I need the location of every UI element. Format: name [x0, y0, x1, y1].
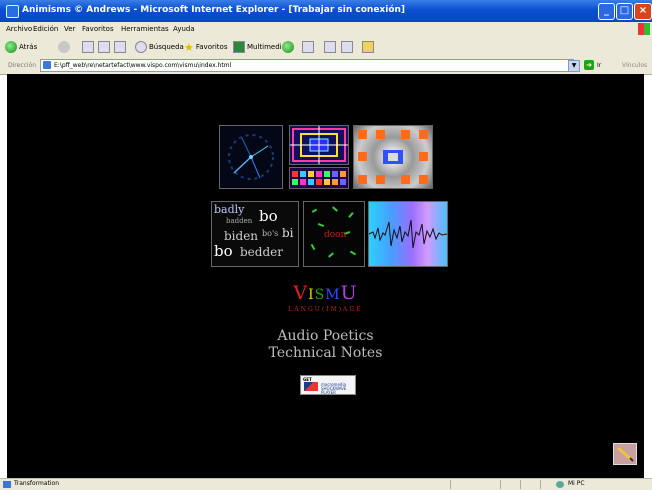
- search-icon: [135, 41, 147, 53]
- address-url: E:\pff_web\re\netartefact\www.vispo.com\…: [54, 62, 232, 69]
- word-bos: bo's: [262, 229, 279, 238]
- address-input[interactable]: E:\pff_web\re\netartefact\www.vispo.com\…: [40, 59, 574, 72]
- search-label: Búsqueda: [149, 43, 184, 51]
- security-zone-label: Mi PC: [568, 480, 585, 487]
- address-dropdown-button[interactable]: ▼: [568, 60, 580, 72]
- forward-arrow-icon: [58, 41, 70, 53]
- page-title: VISMU: [7, 282, 644, 304]
- menu-item-ayuda[interactable]: Ayuda: [173, 25, 195, 33]
- mail-icon: [302, 41, 314, 53]
- title-letter-s: S: [314, 287, 326, 303]
- stop-icon: [82, 41, 94, 53]
- badge-brand-text: macromedia SHOCKWAVE PLAYER: [321, 382, 347, 395]
- menu-item-ver[interactable]: Ver: [64, 25, 75, 33]
- page-subtitle: LANGU(IM)AGE: [288, 306, 363, 313]
- ie-icon: [6, 5, 19, 18]
- menu-item-archivo[interactable]: Archivo: [6, 25, 32, 33]
- back-arrow-icon: [5, 41, 17, 53]
- multimedia-button[interactable]: Multimedia: [233, 40, 286, 54]
- clock-artwork-link[interactable]: [219, 125, 283, 189]
- print-button[interactable]: [324, 40, 338, 54]
- go-button[interactable]: ➜: [584, 60, 594, 70]
- title-letter-v: V: [293, 282, 309, 304]
- title-letter-m: M: [325, 287, 341, 303]
- forward-button[interactable]: [58, 40, 72, 54]
- links-button[interactable]: Vínculos: [622, 62, 647, 69]
- technical-notes-link[interactable]: Technical Notes: [7, 345, 644, 361]
- word-badly: badly: [214, 203, 245, 216]
- back-button[interactable]: Atrás: [5, 40, 37, 54]
- word-bo-1: bo: [259, 207, 278, 225]
- close-button[interactable]: ×: [634, 3, 652, 20]
- toolbar: Atrás Búsqueda ★ Favoritos Multimedia: [0, 37, 652, 58]
- maximize-button[interactable]: □: [616, 3, 633, 20]
- favorites-button[interactable]: ★ Favoritos: [184, 40, 227, 54]
- macromedia-logo-icon: [304, 382, 318, 391]
- folder-icon: [362, 41, 374, 53]
- history-button[interactable]: [282, 40, 296, 54]
- refresh-icon: [98, 41, 110, 53]
- menu-bar: Archivo Edición Ver Favoritos Herramient…: [0, 22, 652, 38]
- clock-artwork-image: [228, 134, 274, 180]
- computer-zone-icon: [556, 481, 564, 488]
- word-badden: badden: [226, 217, 253, 225]
- print-icon: [324, 41, 336, 53]
- multimedia-label: Multimedia: [247, 43, 286, 51]
- title-bar: Animisms © Andrews - Microsoft Internet …: [0, 0, 652, 22]
- symmetry-artwork-image: [358, 130, 428, 184]
- home-icon: [114, 41, 126, 53]
- word-biden: biden: [224, 229, 259, 243]
- status-text: Transformation: [14, 480, 60, 487]
- multimedia-icon: [233, 41, 245, 53]
- grid-artwork-image: [290, 126, 348, 164]
- go-label[interactable]: Ir: [597, 62, 601, 69]
- status-page-icon: [3, 481, 11, 488]
- symmetry-artwork-link[interactable]: [353, 125, 433, 189]
- home-button[interactable]: [114, 40, 128, 54]
- pencil-icon: [617, 446, 634, 462]
- window-title: Animisms © Andrews - Microsoft Internet …: [22, 5, 406, 15]
- word-bi: bi: [282, 226, 294, 240]
- pencil-corner-icon[interactable]: [613, 443, 637, 465]
- page-content: badly badden bo biden bo's bi bo bedder …: [7, 74, 644, 478]
- minimize-button[interactable]: _: [598, 3, 615, 20]
- title-letter-u: U: [340, 282, 358, 304]
- status-bar: Transformation Mi PC: [0, 478, 652, 490]
- search-button[interactable]: Búsqueda: [135, 40, 184, 54]
- dots-artwork-link[interactable]: doon: [303, 201, 365, 267]
- waveform-artwork-image: [369, 219, 447, 249]
- words-artwork-link[interactable]: badly badden bo biden bo's bi bo bedder: [211, 201, 299, 267]
- edit-icon: [341, 41, 353, 53]
- word-bedder: bedder: [240, 245, 283, 259]
- edit-button[interactable]: [341, 40, 355, 54]
- grid-strip-artwork-image: [292, 171, 346, 185]
- dots-label: doon: [324, 230, 347, 240]
- grid-strip-artwork-link[interactable]: [289, 167, 349, 189]
- address-bar: Dirección E:\pff_web\re\netartefact\www.…: [0, 57, 652, 75]
- grid-artwork-link[interactable]: [289, 125, 349, 165]
- audio-poetics-link[interactable]: Audio Poetics: [7, 328, 644, 344]
- windows-logo-icon: [638, 23, 650, 35]
- page-icon: [43, 61, 51, 69]
- back-label: Atrás: [19, 43, 38, 51]
- favorites-label: Favoritos: [195, 43, 228, 51]
- star-icon: ★: [184, 40, 194, 54]
- folder-button[interactable]: [362, 40, 376, 54]
- menu-item-favoritos[interactable]: Favoritos: [82, 25, 114, 33]
- word-bo-2: bo: [214, 242, 233, 260]
- address-label: Dirección: [8, 62, 37, 69]
- shockwave-player-link[interactable]: GET macromedia SHOCKWAVE PLAYER: [300, 375, 356, 395]
- waveform-artwork-link[interactable]: [368, 201, 448, 267]
- stop-button[interactable]: [82, 40, 96, 54]
- menu-item-herramientas[interactable]: Herramientas: [121, 25, 169, 33]
- menu-item-edicion[interactable]: Edición: [33, 25, 58, 33]
- mail-button[interactable]: [302, 40, 316, 54]
- history-icon: [282, 41, 294, 53]
- refresh-button[interactable]: [98, 40, 112, 54]
